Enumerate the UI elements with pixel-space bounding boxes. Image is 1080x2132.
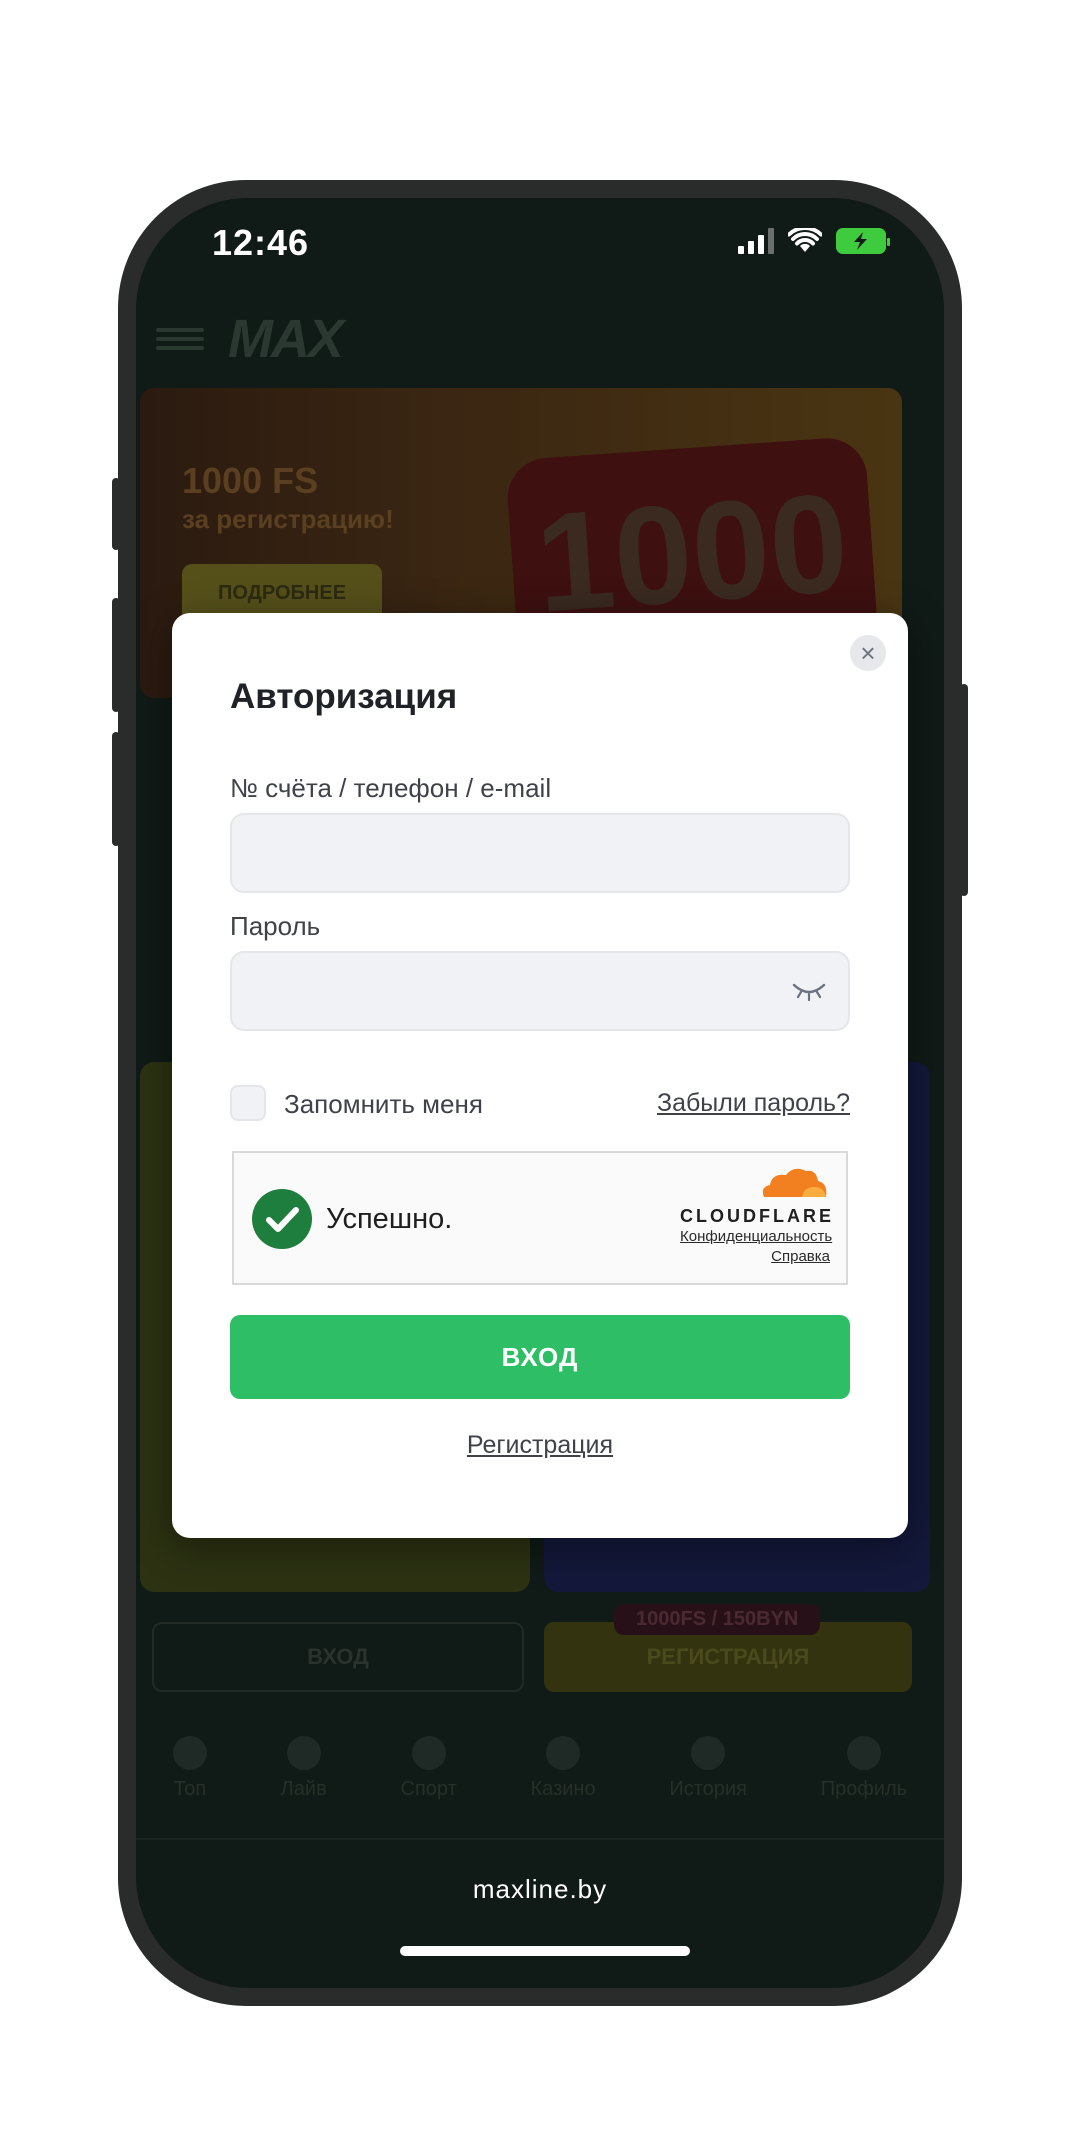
- ball-icon: [411, 1736, 446, 1770]
- tab-sport: Спорт: [401, 1736, 457, 1826]
- bg-register-label: РЕГИСТРАЦИЯ: [646, 1644, 810, 1669]
- tab-label: Казино: [530, 1778, 596, 1800]
- status-time: 12:46: [212, 222, 310, 263]
- tab-top: Топ: [172, 1736, 207, 1826]
- password-input[interactable]: [232, 953, 848, 1029]
- app-header: MAX: [156, 308, 344, 370]
- menu-icon: [156, 328, 204, 350]
- bg-login-button: ВХОД: [152, 1622, 524, 1692]
- flame-icon: [172, 1736, 207, 1770]
- bg-register-button: РЕГИСТРАЦИЯ 1000FS / 150BYN: [544, 1604, 912, 1692]
- bottom-actions: ВХОД РЕГИСТРАЦИЯ 1000FS / 150BYN: [152, 1604, 912, 1692]
- history-icon: [691, 1736, 726, 1770]
- eye-closed-icon[interactable]: [792, 981, 826, 1001]
- tab-label: Лайв: [280, 1778, 327, 1800]
- browser-domain[interactable]: maxline.by: [136, 1874, 944, 1905]
- account-label: № счёта / телефон / e-mail: [230, 773, 552, 803]
- home-indicator[interactable]: [400, 1946, 690, 1956]
- cloudflare-turnstile[interactable]: Успешно. CLOUDFLARE Конфиденциальность С…: [232, 1151, 848, 1285]
- password-field[interactable]: [230, 951, 850, 1031]
- seven-icon: [546, 1736, 581, 1770]
- login-modal: × Авторизация № счёта / телефон / e-mail…: [172, 613, 908, 1538]
- cloud-icon: [762, 1168, 827, 1197]
- turnstile-status: Успешно.: [326, 1203, 453, 1235]
- close-icon[interactable]: ×: [850, 635, 886, 671]
- phone-screen: MAX 1000 FS за регистрацию! ПОДРОБНЕЕ 10…: [136, 198, 944, 1988]
- register-link[interactable]: Регистрация: [172, 1431, 908, 1460]
- tab-history: История: [669, 1736, 747, 1826]
- login-button[interactable]: ВХОД: [230, 1315, 850, 1399]
- check-icon: [252, 1189, 312, 1249]
- status-icons: [738, 228, 890, 254]
- tab-profile: Профиль: [821, 1736, 907, 1826]
- user-icon: [846, 1736, 881, 1770]
- tab-casino: Казино: [531, 1736, 596, 1826]
- modal-title: Авторизация: [230, 677, 458, 716]
- tab-label: История: [669, 1778, 747, 1800]
- app-logo: MAX: [228, 309, 344, 369]
- help-link[interactable]: Справка: [680, 1247, 830, 1267]
- signal-icon: [738, 228, 774, 254]
- live-icon: [286, 1736, 321, 1770]
- account-field[interactable]: [230, 813, 850, 893]
- password-label: Пароль: [230, 911, 321, 941]
- remember-checkbox[interactable]: [230, 1085, 266, 1121]
- cloudflare-logo: CLOUDFLARE Конфиденциальность Справка: [680, 1165, 834, 1267]
- tab-label: Спорт: [400, 1778, 457, 1800]
- tab-live: Лайв: [281, 1736, 327, 1826]
- account-input[interactable]: [232, 815, 848, 891]
- tab-label: Профиль: [820, 1778, 908, 1800]
- tab-label: Топ: [173, 1778, 207, 1800]
- bonus-badge: 1000FS / 150BYN: [614, 1604, 821, 1635]
- cloudflare-wordmark: CLOUDFLARE: [680, 1206, 834, 1226]
- bottom-tab-bar: Топ Лайв Спорт Казино История Профиль: [136, 1736, 944, 1826]
- remember-label[interactable]: Запомнить меня: [284, 1089, 483, 1120]
- privacy-link[interactable]: Конфиденциальность: [680, 1227, 832, 1247]
- banner-title: 1000 FS: [182, 460, 319, 501]
- banner-subtitle: за регистрацию!: [182, 504, 394, 534]
- battery-charging-icon: [836, 228, 890, 254]
- forgot-password-link[interactable]: Забыли пароль?: [657, 1089, 850, 1118]
- divider: [136, 1838, 944, 1840]
- wifi-icon: [788, 228, 822, 252]
